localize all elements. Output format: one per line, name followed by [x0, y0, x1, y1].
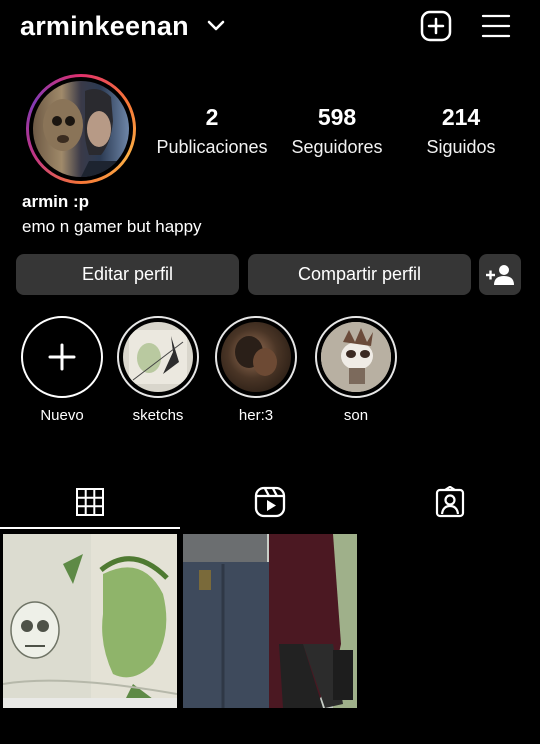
post-thumbnail[interactable]	[183, 534, 357, 708]
plus-icon	[48, 343, 76, 371]
reels-icon	[254, 486, 286, 518]
followers-label: Seguidores	[291, 137, 383, 157]
highlight-label: sketchs	[132, 407, 184, 424]
highlight-thumbnail	[321, 322, 391, 392]
highlight-label: her:3	[238, 407, 274, 424]
stat-following[interactable]: 214 Siguidos	[396, 104, 526, 158]
highlight-label: Nuevo	[40, 407, 84, 424]
posts-label: Publicaciones	[156, 137, 268, 157]
tab-tagged[interactable]	[360, 476, 540, 528]
post-thumbnail[interactable]	[3, 534, 177, 708]
menu-icon[interactable]	[478, 8, 514, 44]
highlight-thumbnail	[221, 322, 291, 392]
profile-username[interactable]: arminkeenan	[20, 11, 189, 42]
stat-followers[interactable]: 598 Seguidores	[272, 104, 402, 158]
highlight-her[interactable]: her:3	[214, 316, 298, 424]
sketch-post	[3, 534, 177, 708]
stat-posts[interactable]: 2 Publicaciones	[147, 104, 277, 158]
share-profile-button[interactable]: Compartir perfil	[248, 254, 471, 295]
active-tab-indicator	[0, 527, 180, 529]
photo-post	[183, 534, 357, 708]
new-post-icon[interactable]	[418, 8, 454, 44]
tagged-icon	[435, 486, 465, 518]
display-name: armin :p	[22, 192, 90, 211]
following-label: Siguidos	[426, 137, 496, 157]
grid-icon	[76, 488, 104, 516]
following-count: 214	[441, 104, 481, 130]
chevron-down-icon[interactable]	[205, 14, 227, 36]
bio-text: emo n gamer but happy	[22, 217, 202, 236]
avatar-image	[33, 81, 129, 177]
tab-posts[interactable]	[0, 476, 180, 528]
edit-profile-button[interactable]: Editar perfil	[16, 254, 239, 295]
avatar[interactable]	[26, 74, 136, 184]
add-person-icon	[486, 264, 514, 285]
highlight-sketchs[interactable]: sketchs	[116, 316, 200, 424]
highlight-thumbnail	[123, 322, 193, 392]
tab-reels[interactable]	[180, 476, 360, 528]
highlight-label: son	[343, 407, 369, 424]
highlight-son[interactable]: son	[314, 316, 398, 424]
followers-count: 598	[317, 104, 357, 130]
discover-people-button[interactable]	[479, 254, 521, 295]
posts-count: 2	[205, 104, 219, 130]
highlight-new[interactable]: Nuevo	[20, 316, 104, 424]
